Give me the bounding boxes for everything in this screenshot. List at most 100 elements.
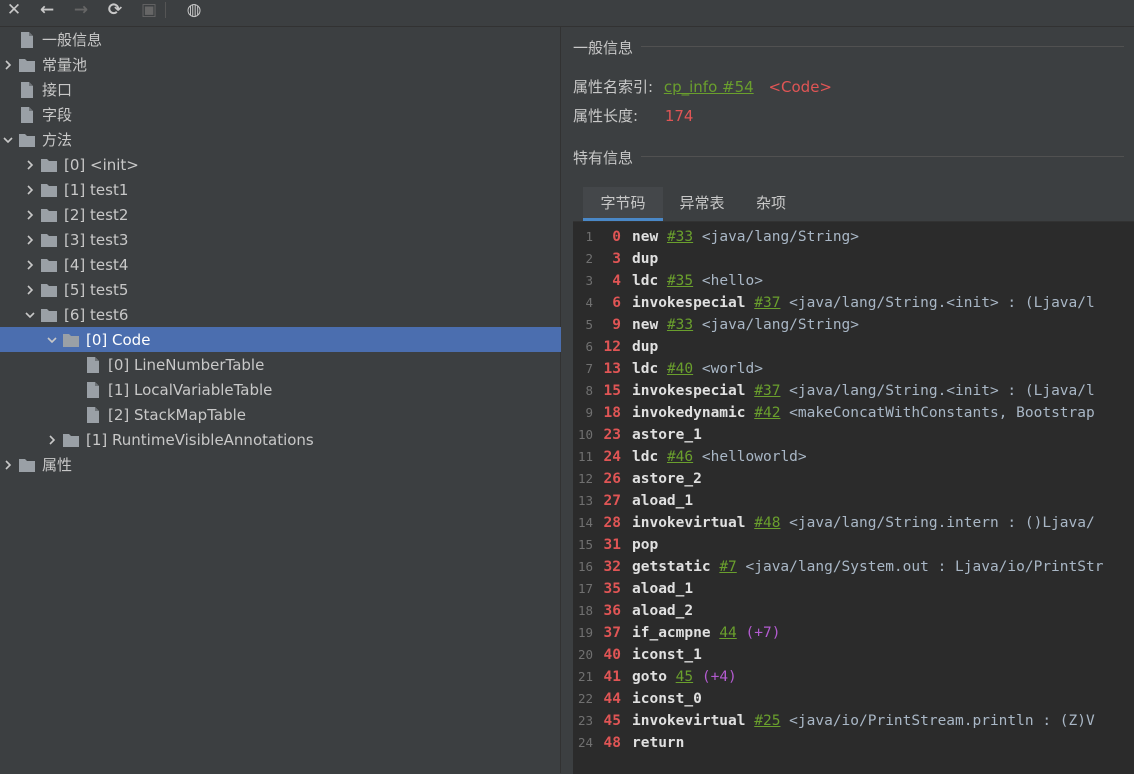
tree-node[interactable]: [2] test2 [0,202,582,227]
operand-link[interactable]: #25 [754,713,780,729]
save-icon: ▣ [140,0,158,20]
chevron-right-icon[interactable] [22,207,38,223]
operand-link[interactable]: #46 [667,449,693,465]
name-index-link[interactable]: cp_info #54 [664,78,754,96]
tree-node[interactable]: [3] test3 [0,227,582,252]
line-number: 12 [577,471,593,486]
chevron-right-icon[interactable] [44,432,60,448]
tree-node[interactable]: [6] test6 [0,302,582,327]
bytecode-offset: 12 [603,339,621,355]
instruction: ldc #40 <world> [632,358,763,380]
instruction: goto 45 (+4) [632,666,737,688]
bytecode-offset: 26 [603,471,621,487]
tree-node[interactable]: 方法 [0,127,560,152]
tree-node[interactable]: [4] test4 [0,252,582,277]
chevron-right-icon[interactable] [0,457,16,473]
instruction: iconst_1 [632,644,702,666]
chevron-right-icon[interactable] [0,57,16,73]
folder-icon [19,57,35,73]
globe-button[interactable]: ◍ [182,0,206,20]
instruction: invokespecial #37 <java/lang/String.<ini… [632,292,1095,314]
tree-node-label: [2] StackMapTable [108,405,246,424]
bytecode-line: 4 6 invokespecial #37 <java/lang/String.<i… [573,292,1134,314]
bytecode-line: 13 27 aload_1 [573,490,1134,512]
operand-link[interactable]: #48 [754,515,780,531]
opcode: dup [632,251,659,267]
bytecode-offset: 37 [603,625,621,641]
operand-link[interactable]: #37 [754,295,780,311]
chevron-right-icon[interactable] [22,282,38,298]
line-number: 18 [577,603,593,618]
tree-node[interactable]: 属性 [0,452,560,477]
tree-node[interactable]: [1] LocalVariableTable [0,377,626,402]
operand-link[interactable]: #35 [667,273,693,289]
chevron-right-icon[interactable] [22,257,38,273]
refresh-icon: ⟳ [107,0,123,20]
chevron-down-icon[interactable] [22,307,38,323]
opcode: return [632,735,685,751]
bytecode-offset: 27 [603,493,621,509]
close-button[interactable]: ✕ [2,0,26,20]
tab-0[interactable]: 字节码 [583,187,663,221]
file-icon [19,81,35,98]
divider [641,156,1124,157]
opcode: invokespecial [632,383,746,399]
operand-link[interactable]: 44 [719,625,736,641]
opcode: goto [632,669,667,685]
attribute-length-row: 属性长度: 174 [573,105,693,126]
tree-node[interactable]: 接口 [0,77,560,102]
operand-link[interactable]: #42 [754,405,780,421]
tree-node-label: [1] RuntimeVisibleAnnotations [86,430,314,449]
forward-button[interactable]: → [69,0,93,20]
tree-node-label: [0] LineNumberTable [108,355,265,374]
tree-node[interactable]: 常量池 [0,52,560,77]
tree-node[interactable]: [2] StackMapTable [0,402,626,427]
operand-link[interactable]: 45 [676,669,693,685]
operand-link[interactable]: #7 [719,559,736,575]
tree-node-label: [1] test1 [64,180,129,199]
folder-icon [41,157,57,173]
operand-link[interactable]: #33 [667,317,693,333]
back-button[interactable]: ← [35,0,59,20]
refresh-button[interactable]: ⟳ [103,0,127,20]
operand-link[interactable]: #40 [667,361,693,377]
chevron-down-icon[interactable] [0,132,16,148]
opcode: ldc [632,361,659,377]
bytecode-offset: 9 [612,317,621,333]
tree-node[interactable]: [0] LineNumberTable [0,352,626,377]
instruction: invokedynamic #42 <makeConcatWithConstan… [632,402,1095,424]
bytecode-view[interactable]: 1 0 new #33 <java/lang/String> 2 3 dup 3 4 ldc #… [573,221,1134,774]
tree-node[interactable]: [5] test5 [0,277,582,302]
bytecode-line: 19 37 if_acmpne 44 (+7) [573,622,1134,644]
bytecode-line: 22 44 iconst_0 [573,688,1134,710]
bytecode-line: 8 15 invokespecial #37 <java/lang/String.<… [573,380,1134,402]
line-number: 11 [577,449,593,464]
opcode: new [632,317,659,333]
tree-node[interactable]: [0] Code [0,327,602,352]
tree-node[interactable]: 一般信息 [0,27,560,52]
bytecode-offset: 4 [612,273,621,289]
tree-node[interactable]: [1] test1 [0,177,582,202]
close-icon: ✕ [6,0,22,20]
tab-1[interactable]: 异常表 [665,187,739,217]
chevron-right-icon[interactable] [22,182,38,198]
operand-link[interactable]: #37 [754,383,780,399]
tree-node[interactable]: [0] <init> [0,152,582,177]
chevron-right-icon[interactable] [22,157,38,173]
operand-link[interactable]: #33 [667,229,693,245]
chevron-right-icon[interactable] [22,232,38,248]
file-icon [19,106,35,123]
chevron-down-icon[interactable] [44,332,60,348]
tab-2[interactable]: 杂项 [741,187,801,217]
tree-node[interactable]: 字段 [0,102,560,127]
instruction: return [632,732,684,754]
tree-node[interactable]: [1] RuntimeVisibleAnnotations [0,427,604,452]
bytecode-line: 5 9 new #33 <java/lang/String> [573,314,1134,336]
save-button[interactable]: ▣ [137,0,161,20]
globe-icon: ◍ [186,0,202,20]
instruction: invokevirtual #25 <java/io/PrintStream.p… [632,710,1095,732]
folder-icon [41,207,57,223]
